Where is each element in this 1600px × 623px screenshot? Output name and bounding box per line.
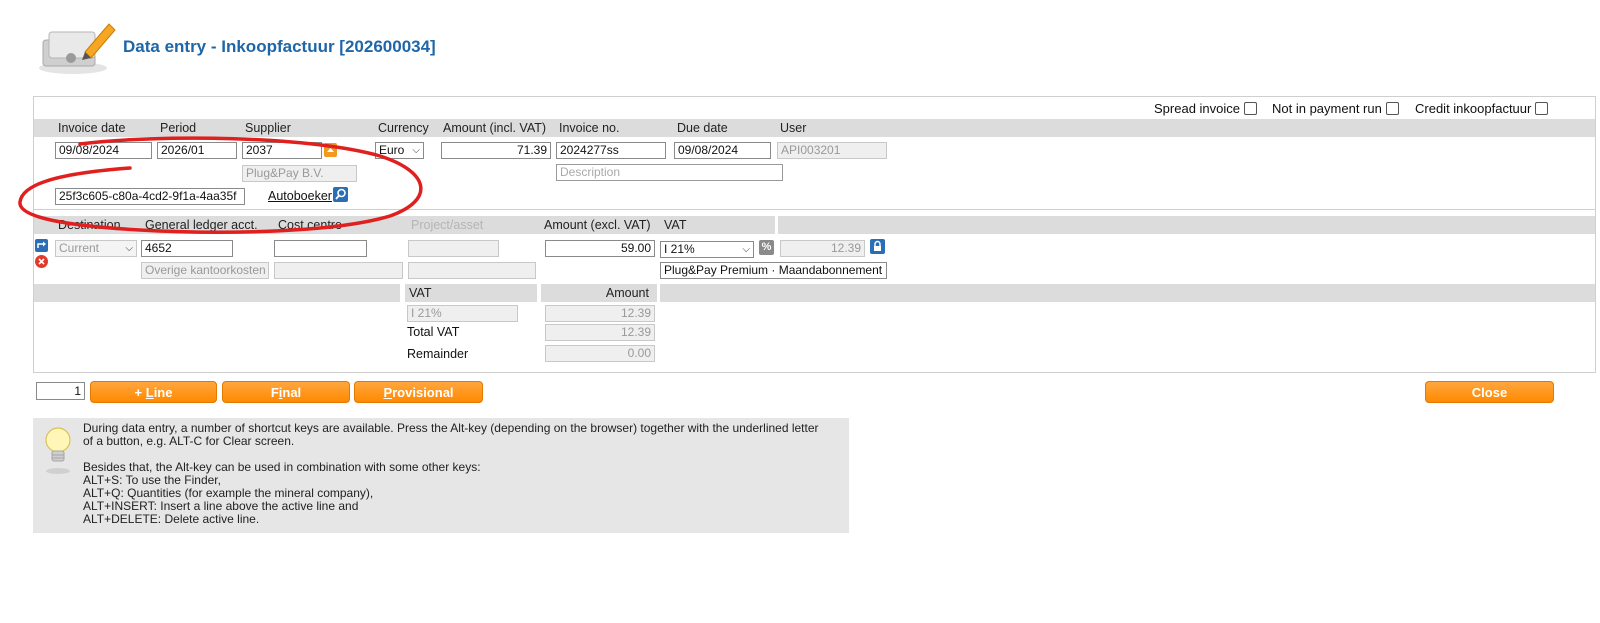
col-user: User (776, 119, 1595, 137)
vat-percent-icon[interactable]: % (759, 240, 774, 255)
hint-line-2: of a button, e.g. ALT-C for Clear screen… (83, 434, 295, 448)
invoice-date-input[interactable]: 09/08/2024 (55, 142, 152, 159)
not-in-payment-run-checkbox[interactable] (1385, 102, 1399, 115)
not-in-payment-run-option[interactable]: Not in payment run (1272, 101, 1399, 116)
supplier-lookup-icon[interactable] (324, 143, 337, 157)
col-cost-centre: Cost centre (274, 216, 404, 234)
provisional-button[interactable]: Provisional (354, 381, 483, 403)
credit-inkoopfactuur-option[interactable]: Credit inkoopfactuur (1415, 101, 1549, 116)
cost-centre-input[interactable] (274, 240, 367, 257)
not-in-payment-run-label: Not in payment run (1272, 101, 1382, 116)
total-vat-field: 12.39 (545, 324, 655, 341)
vat-summary-sep-2 (657, 284, 660, 302)
remainder-label: Remainder (407, 347, 469, 361)
vat-summary-amount-header: Amount (541, 284, 657, 302)
guid-input[interactable]: 25f3c605-c80a-4cd2-9f1a-4aa35f (55, 188, 245, 205)
due-date-input[interactable]: 09/08/2024 (674, 142, 771, 159)
amount-excl-vat-input[interactable]: 59.00 (545, 240, 655, 257)
autoboeker-link[interactable]: Autoboeker (268, 189, 332, 203)
add-line-button[interactable]: + Line (90, 381, 217, 403)
invoice-no-input[interactable]: 2024277ss (556, 142, 666, 159)
delete-line-icon[interactable] (35, 255, 48, 268)
vat-code-select[interactable]: I 21% ⌵ (660, 241, 754, 258)
lock-icon[interactable] (870, 239, 885, 254)
invoice-pencil-icon (37, 18, 117, 76)
col-currency: Currency (374, 119, 436, 137)
gl-acct-input[interactable]: 4652 (141, 240, 233, 257)
project-asset-input (408, 240, 499, 257)
period-input[interactable]: 2026/01 (157, 142, 237, 159)
currency-select[interactable]: Euro ⌵ (375, 142, 424, 159)
credit-inkoopfactuur-checkbox[interactable] (1535, 102, 1549, 115)
chevron-down-icon: ⌵ (742, 244, 750, 255)
project-asset-name-field (408, 262, 536, 279)
chevron-down-icon: ⌵ (125, 243, 133, 254)
vat-summary-row-label: I 21% (407, 305, 518, 322)
supplier-name-field: Plug&Pay B.V. (242, 165, 357, 182)
col-gl-acct: General ledger acct. (141, 216, 271, 234)
vat-amount-field: 12.39 (780, 240, 865, 257)
lightbulb-icon (41, 424, 75, 474)
add-line-rest: ine (153, 385, 173, 400)
line-count-input[interactable]: 1 (36, 382, 85, 400)
col-vat: VAT (660, 216, 775, 234)
col-project-asset: Project/asset (407, 216, 537, 234)
description-input[interactable]: Description (556, 164, 783, 181)
final-button[interactable]: Final (222, 381, 350, 403)
chevron-down-icon: ⌵ (412, 145, 420, 156)
col-due-date: Due date (673, 119, 773, 137)
spread-invoice-label: Spread invoice (1154, 101, 1240, 116)
destination-value: Current (59, 241, 100, 255)
hint-text: During data entry, a number of shortcut … (83, 422, 843, 526)
col-separator (775, 216, 778, 234)
provisional-rest: rovisional (392, 385, 454, 400)
currency-value: Euro (379, 143, 405, 157)
add-line-hotkey: L (145, 385, 154, 400)
col-supplier: Supplier (241, 119, 371, 137)
gl-acct-name-field: Overige kantoorkosten (141, 262, 269, 279)
entry-form-frame (33, 96, 1596, 373)
amount-incl-vat-input[interactable]: 71.39 (441, 142, 551, 159)
col-amount-incl-vat: Amount (incl. VAT) (439, 119, 551, 137)
vat-summary-bar (34, 284, 1595, 302)
vat-summary-vat-header: VAT (405, 284, 537, 302)
vat-code-value: I 21% (664, 242, 695, 256)
final-pre: F (270, 385, 279, 400)
remainder-field: 0.00 (545, 345, 655, 362)
col-period: Period (156, 119, 238, 137)
hint-line-7: ALT+DELETE: Delete active line. (83, 512, 260, 526)
col-invoice-date: Invoice date (54, 119, 153, 137)
destination-select[interactable]: Current ⌵ (55, 240, 137, 257)
col-amount-excl-vat: Amount (excl. VAT) (540, 216, 657, 234)
credit-inkoopfactuur-label: Credit inkoopfactuur (1415, 101, 1532, 116)
autoboeker-search-icon[interactable] (333, 187, 348, 202)
vat-summary-row-amount: 12.39 (545, 305, 655, 322)
spread-invoice-option[interactable]: Spread invoice (1154, 101, 1257, 116)
provisional-hotkey: P (383, 385, 393, 400)
section-divider (34, 209, 1595, 210)
col-invoice-no: Invoice no. (555, 119, 670, 137)
shortcut-hint-panel: During data entry, a number of shortcut … (33, 418, 849, 533)
supplier-code-input[interactable]: 2037 (242, 142, 322, 159)
close-button[interactable]: Close (1425, 381, 1554, 403)
line-description-input[interactable]: Plug&Pay Premium · Maandabonnement (660, 262, 887, 279)
spread-invoice-checkbox[interactable] (1244, 102, 1257, 115)
cost-centre-name-field (274, 262, 403, 279)
total-vat-label: Total VAT (407, 325, 460, 339)
insert-line-icon[interactable] (35, 239, 48, 252)
col-destination: Destination (54, 216, 138, 234)
add-line-plus: + (134, 385, 146, 400)
final-rest: nal (282, 385, 302, 400)
page-title: Data entry - Inkoopfactuur [202600034] (123, 37, 436, 56)
user-field: API003201 (777, 142, 887, 159)
